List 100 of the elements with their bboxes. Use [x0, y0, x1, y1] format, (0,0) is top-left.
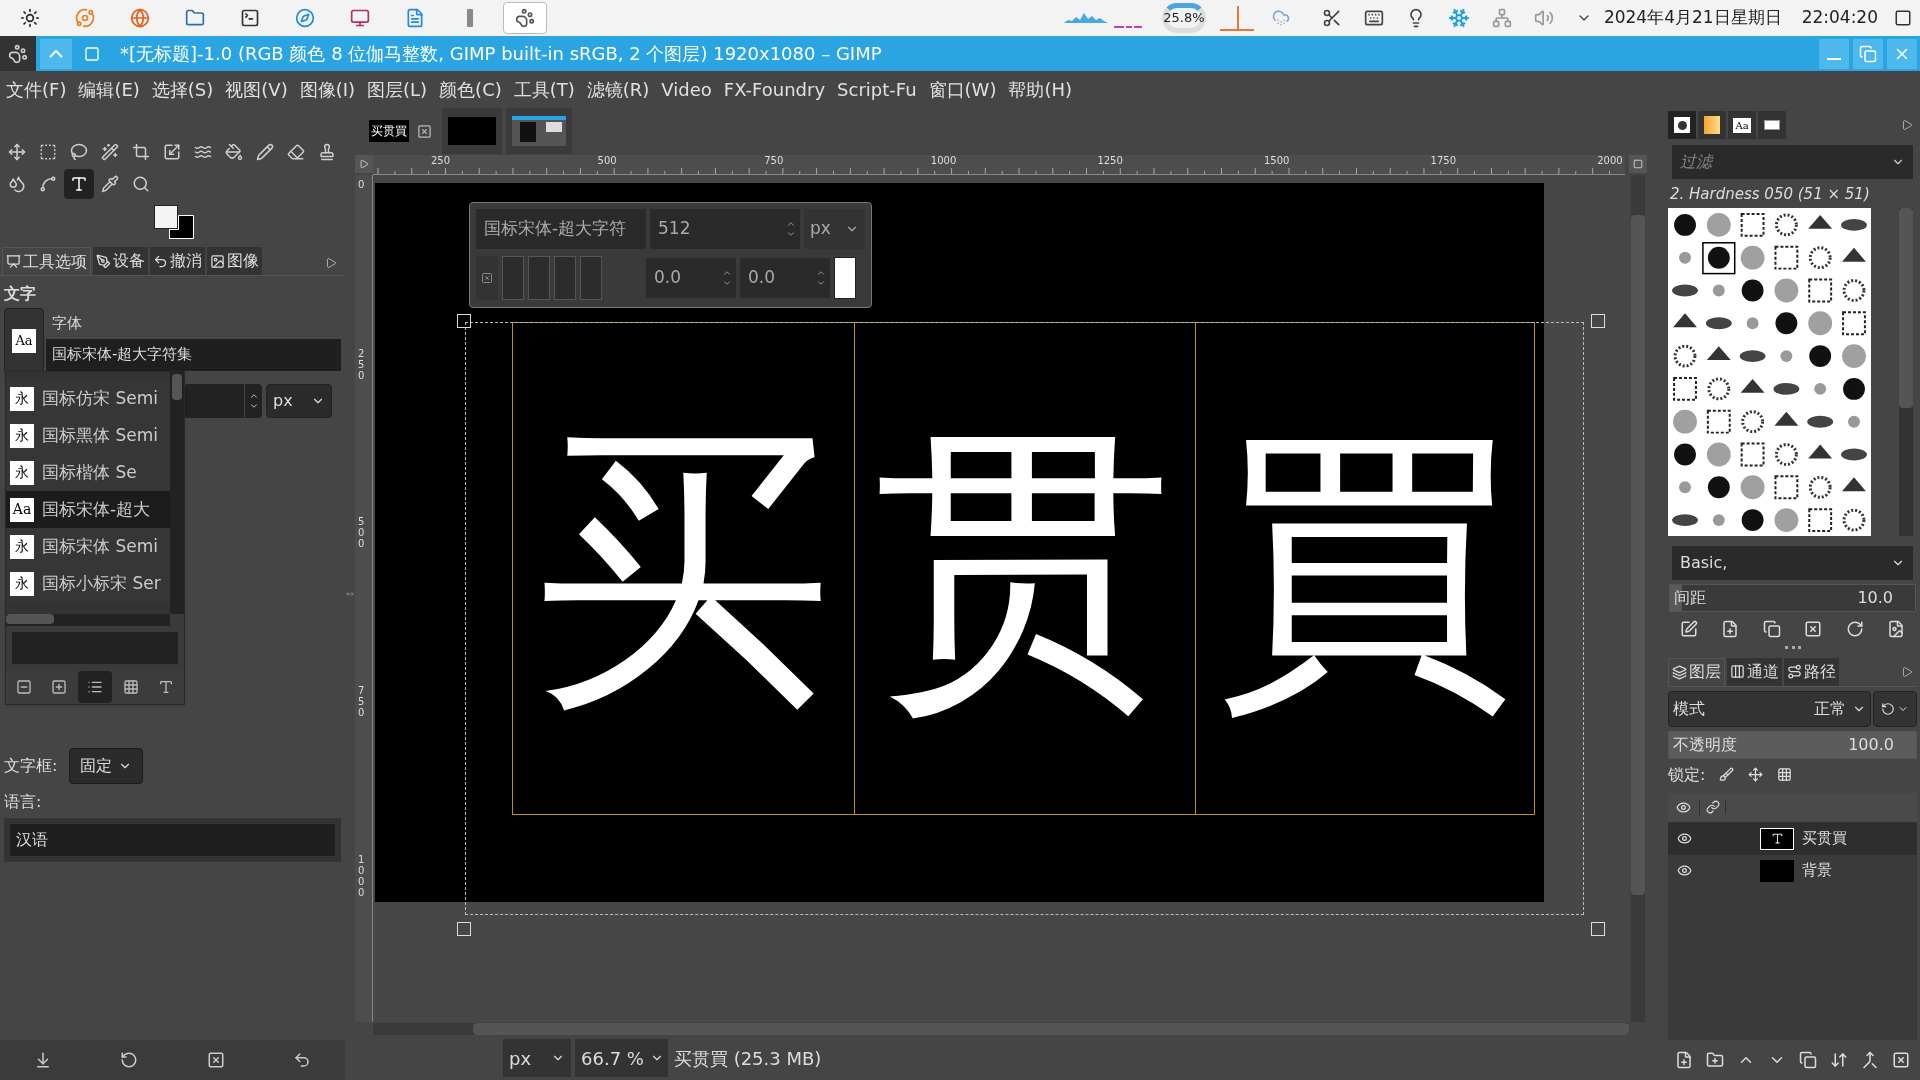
minimize-button[interactable] — [1819, 38, 1849, 69]
horizontal-scrollbar[interactable] — [373, 1023, 1629, 1035]
mode-dropdown[interactable]: 模式 正常 — [1668, 690, 1871, 727]
font-field[interactable]: 国标宋体-超大字符 — [476, 209, 646, 249]
vertical-scrollbar[interactable] — [1631, 175, 1645, 1022]
tag-dropdown[interactable]: Basic, — [1672, 545, 1913, 580]
path-icon — [1787, 664, 1802, 679]
text-icon — [1770, 832, 1784, 845]
dock-tab[interactable]: 路径 — [1784, 657, 1839, 686]
clear-style-button[interactable] — [476, 256, 498, 300]
text-box-dropdown[interactable]: 固定 — [69, 748, 144, 784]
up-icon — [786, 219, 796, 229]
scrollbar[interactable] — [1899, 207, 1913, 536]
filter-field[interactable]: 过滤 — [1672, 145, 1913, 179]
layer-row[interactable]: 买贯買 — [1668, 822, 1917, 855]
dock-menu-icon — [325, 257, 337, 269]
layer-row[interactable]: 背景 — [1668, 854, 1917, 887]
font-preview-button[interactable]: Aa — [4, 308, 44, 374]
unit-dropdown[interactable]: px — [804, 209, 865, 249]
maximize-button[interactable] — [1853, 38, 1883, 69]
image-tab[interactable] — [506, 108, 572, 154]
close-icon — [417, 123, 432, 139]
resize-handle[interactable] — [457, 922, 471, 936]
dock-tab[interactable]: 通道 — [1727, 657, 1782, 686]
brush-tab[interactable] — [1668, 111, 1696, 139]
gradient-tab[interactable] — [1698, 111, 1726, 139]
opacity-slider[interactable]: 不透明度 100.0 — [1668, 730, 1917, 759]
menu-item[interactable]: 图像(I) — [299, 75, 356, 103]
grid-icon — [122, 679, 139, 695]
size-field[interactable]: 512 — [650, 209, 800, 249]
resize-handle[interactable] — [1591, 922, 1605, 936]
menu-item[interactable]: 图层(L) — [367, 75, 428, 103]
date-text: 2024年4月21日星期日 — [1603, 6, 1782, 30]
menu-item[interactable]: FX-Foundry — [723, 75, 826, 103]
foreground-color-swatch[interactable] — [154, 205, 178, 229]
close-button[interactable] — [1887, 38, 1917, 69]
weather-icon — [1271, 9, 1290, 27]
baseline-field[interactable]: 0.0 — [646, 258, 736, 298]
ruler-label: 750 — [358, 685, 366, 719]
zoom-dropdown[interactable]: 66.7 % — [575, 1039, 668, 1077]
list-icon — [87, 679, 103, 695]
bucket-icon — [225, 143, 243, 161]
brush-grid[interactable] — [1668, 207, 1871, 536]
eye-icon — [1676, 863, 1692, 878]
text-color-swatch[interactable] — [834, 257, 856, 299]
unit-dropdown[interactable]: px — [266, 384, 332, 418]
menu-item[interactable]: 视图(V) — [225, 75, 288, 103]
network-icon — [1491, 8, 1512, 28]
layers-icon — [1672, 664, 1687, 680]
delete-icon — [206, 1051, 225, 1069]
navigate-button[interactable] — [1629, 155, 1647, 173]
dock-tab[interactable]: 工具选项 — [2, 247, 91, 275]
tool-button[interactable] — [64, 169, 94, 199]
dock-tab[interactable]: 图层 — [1668, 657, 1725, 686]
font-list-item[interactable]: Aa 国标宋体-超大 — [6, 491, 170, 528]
taskbar-app[interactable] — [503, 2, 547, 34]
layer-thumbnail — [1760, 859, 1794, 882]
dock-tab[interactable]: 设备 — [93, 247, 148, 275]
sort-icon — [1830, 1051, 1849, 1069]
desktop-icon — [1894, 9, 1912, 27]
menu-item[interactable]: 工具(T) — [513, 75, 575, 103]
menu-item[interactable]: Script-Fu — [837, 75, 917, 103]
globe-icon — [130, 8, 150, 28]
dock-tab[interactable]: 图像 — [207, 247, 262, 275]
horizontal-scrollbar[interactable] — [6, 614, 170, 626]
language-field[interactable]: 汉语 — [10, 824, 335, 856]
menu-item[interactable]: 帮助(H) — [1008, 75, 1072, 103]
composite-dropdown[interactable] — [1873, 690, 1917, 727]
scrollbar[interactable] — [170, 372, 184, 614]
size-field[interactable] — [184, 384, 262, 418]
ruler-label: 500 — [358, 516, 366, 550]
down-icon — [722, 278, 732, 288]
font-search-field[interactable] — [12, 632, 178, 664]
play-icon — [359, 159, 369, 169]
chain-icon — [1705, 800, 1720, 814]
unit-dropdown[interactable]: px — [503, 1039, 571, 1077]
menu-item[interactable]: Video — [661, 75, 712, 103]
spacing-slider[interactable]: 间距 10.0 — [1669, 583, 1916, 612]
drag-handle[interactable] — [1784, 645, 1801, 650]
cpu-graph — [1063, 13, 1108, 23]
kerning-field[interactable]: 0.0 — [740, 258, 830, 298]
up-icon — [816, 268, 826, 278]
menu-item[interactable]: 颜色(C) — [439, 75, 502, 103]
brush-name: 2. Hardness 050 (51 × 51) — [1670, 184, 1871, 205]
minus-icon — [15, 679, 32, 695]
resize-handle[interactable] — [1591, 314, 1605, 328]
menu-item[interactable]: 选择(S) — [151, 75, 214, 103]
dock-tab[interactable]: 撤消 — [150, 247, 205, 275]
font-tab[interactable]: Aa — [1728, 111, 1756, 139]
background-color-swatch[interactable] — [169, 229, 178, 239]
image-tab[interactable] — [1758, 111, 1786, 139]
font-field[interactable]: 国标宋体-超大字符集 — [46, 338, 341, 371]
menu-item[interactable]: 编辑(E) — [78, 75, 140, 103]
ruler-menu-button[interactable] — [355, 155, 373, 173]
view-button[interactable] — [78, 671, 112, 703]
menu-item[interactable]: 文件(F) — [6, 75, 67, 103]
menu-item[interactable]: 滤镜(R) — [586, 75, 650, 103]
delete-icon — [1804, 619, 1823, 638]
menu-item[interactable]: 窗口(W) — [928, 75, 997, 103]
resize-handle[interactable] — [457, 314, 471, 328]
